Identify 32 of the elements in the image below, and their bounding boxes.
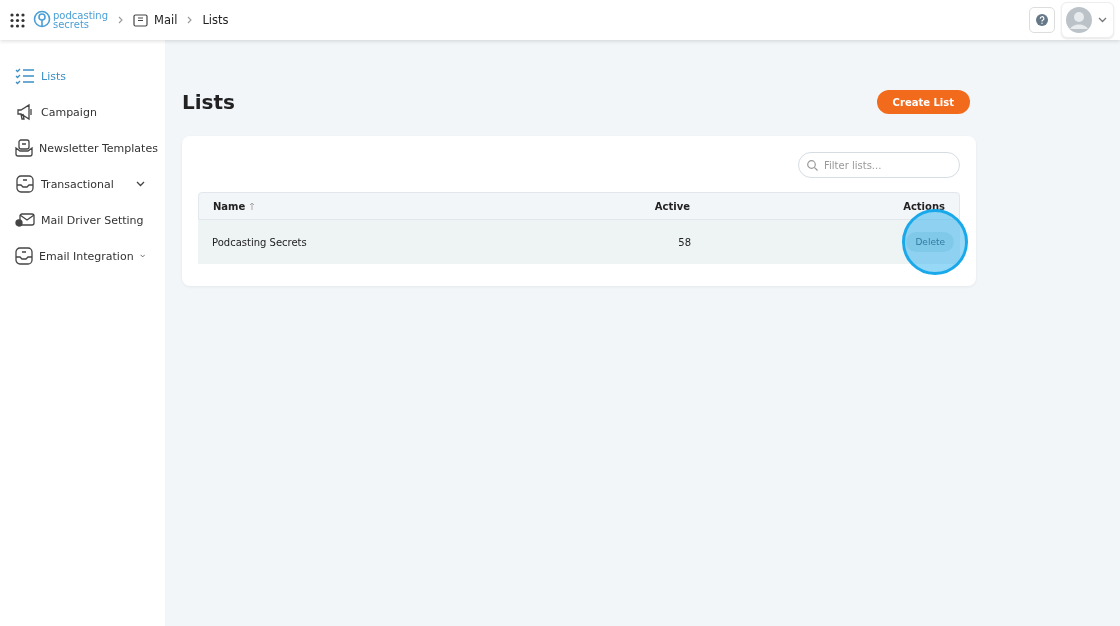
chevron-right-icon	[118, 16, 124, 24]
envelope-gear-icon	[15, 212, 35, 228]
logo-text: podcasting	[53, 11, 109, 20]
breadcrumb-link[interactable]: Lists	[202, 13, 229, 27]
megaphone-icon	[16, 103, 34, 121]
envelope-tray-icon	[15, 139, 33, 157]
logo-text: secrets	[53, 20, 90, 29]
column-header[interactable]: Name	[213, 200, 246, 212]
sidebar-item[interactable]: Mail Driver Setting	[0, 202, 165, 238]
help-button[interactable]	[1029, 7, 1055, 33]
inbox-icon	[15, 247, 33, 265]
help-icon	[1036, 14, 1048, 26]
sidebar-item[interactable]: Newsletter Templates	[0, 130, 165, 166]
filter-field[interactable]: Filter lists...	[798, 152, 960, 178]
checklist-icon	[15, 67, 35, 85]
page-title: Lists	[182, 90, 235, 114]
logo-icon	[33, 10, 51, 30]
column-header[interactable]: Actions	[903, 200, 945, 212]
sidebar-item[interactable]: Lists	[0, 58, 165, 94]
sidebar-item[interactable]: Email Integration	[0, 238, 165, 274]
mail-icon	[133, 13, 149, 27]
column-header[interactable]: Active	[654, 200, 690, 212]
table-cell-text: 58	[677, 236, 692, 248]
avatar-icon	[1066, 7, 1092, 33]
chevron-down-icon	[1098, 17, 1107, 23]
sidebar-item[interactable]: Transactional	[0, 166, 165, 202]
sidebar-item[interactable]: Campaign	[0, 94, 165, 130]
chevron-right-icon	[187, 16, 193, 24]
inbox-icon	[16, 175, 34, 193]
breadcrumb-link[interactable]: Mail	[154, 13, 178, 27]
apps-grid-icon[interactable]	[10, 12, 25, 28]
table-cell-text: Podcasting Secrets	[211, 236, 308, 248]
